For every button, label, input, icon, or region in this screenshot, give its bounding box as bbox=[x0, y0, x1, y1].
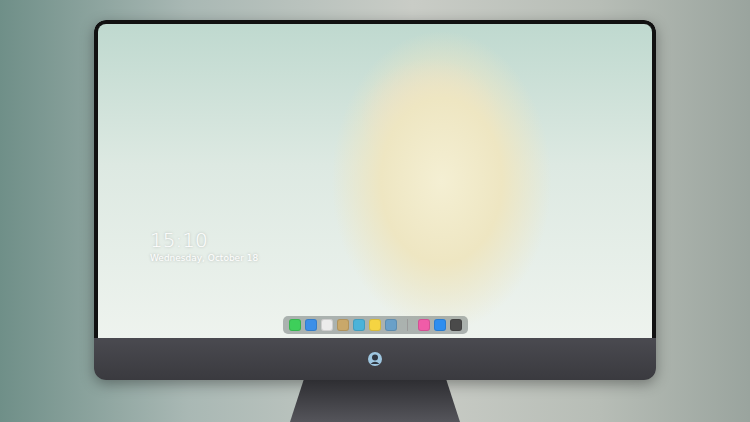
monitor: 15:10 Wednesday, October 18 bbox=[94, 20, 656, 380]
app-icon[interactable] bbox=[434, 319, 446, 331]
monitor-stand bbox=[290, 380, 460, 422]
app-icon[interactable] bbox=[385, 319, 397, 331]
app-icon[interactable] bbox=[289, 319, 301, 331]
dock-separator bbox=[407, 319, 408, 331]
monitor-chin bbox=[94, 338, 656, 380]
app-icon[interactable] bbox=[305, 319, 317, 331]
lock-clock: 15:10 Wednesday, October 18 bbox=[150, 229, 652, 264]
clock-time: 15:10 bbox=[150, 229, 652, 251]
logo-icon bbox=[367, 351, 383, 367]
app-icon[interactable] bbox=[321, 319, 333, 331]
wallpaper-screen: 15:10 Wednesday, October 18 bbox=[94, 20, 656, 338]
dock-row bbox=[98, 316, 652, 334]
app-icon[interactable] bbox=[353, 319, 365, 331]
dock bbox=[283, 316, 468, 334]
page: 15:10 Wednesday, October 18 bbox=[0, 0, 750, 422]
app-icon[interactable] bbox=[337, 319, 349, 331]
app-icon[interactable] bbox=[369, 319, 381, 331]
clock-date: Wednesday, October 18 bbox=[150, 253, 652, 264]
app-icon[interactable] bbox=[418, 319, 430, 331]
app-icon[interactable] bbox=[450, 319, 462, 331]
